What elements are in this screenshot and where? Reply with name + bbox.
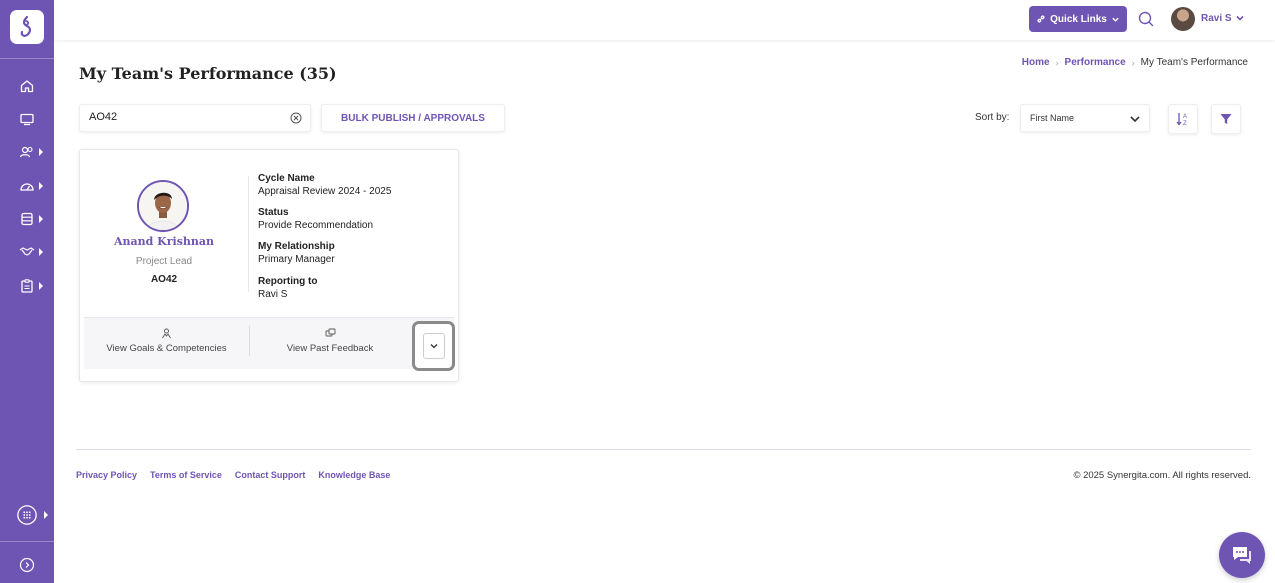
sort-order-button[interactable]: AZ — [1168, 104, 1198, 134]
search-input[interactable] — [89, 111, 279, 123]
home-icon — [20, 80, 34, 93]
clear-search-icon[interactable] — [290, 112, 302, 124]
sidebar-divider — [0, 58, 54, 59]
apps-grid-icon — [17, 505, 37, 525]
submenu-arrow-icon — [39, 182, 43, 190]
sort-selected-value: First Name — [1030, 113, 1075, 123]
clipboard-icon — [21, 279, 33, 293]
employee-avatar — [137, 180, 189, 232]
filter-button[interactable] — [1211, 104, 1241, 134]
reporting-to-field: Reporting to Ravi S — [258, 276, 317, 300]
expand-card-button[interactable] — [412, 321, 455, 371]
expand-sidebar-button[interactable] — [0, 550, 54, 580]
employee-role: Project Lead — [135, 256, 193, 267]
cycle-name-field: Cycle Name Appraisal Review 2024 - 2025 — [258, 173, 391, 197]
sidebar-item-dashboard[interactable] — [0, 171, 54, 201]
svg-text:A: A — [1183, 114, 1187, 120]
monitor-icon — [20, 113, 34, 126]
search-box — [79, 104, 311, 132]
sort-az-icon: AZ — [1176, 113, 1187, 127]
sidebar — [0, 0, 54, 583]
field-value: Provide Recommendation — [258, 220, 374, 231]
search-icon[interactable] — [1137, 10, 1155, 28]
svg-text:Z: Z — [1183, 121, 1187, 127]
quick-links-label: Quick Links — [1050, 13, 1107, 25]
chevron-down-icon — [1130, 116, 1140, 123]
employee-photo — [139, 182, 187, 230]
field-value: Ravi S — [258, 289, 288, 300]
sort-select[interactable]: First Name — [1020, 104, 1150, 132]
chevron-down-icon — [1112, 17, 1119, 22]
status-field: Status Provide Recommendation — [258, 207, 373, 231]
sidebar-item-clipboard[interactable] — [0, 271, 54, 301]
user-avatar[interactable] — [1171, 7, 1195, 31]
field-value: Appraisal Review 2024 - 2025 — [258, 186, 392, 197]
breadcrumb-separator-icon: › — [1055, 57, 1059, 68]
breadcrumb: Home › Performance › My Team's Performan… — [1022, 57, 1248, 68]
view-past-feedback-label: View Past Feedback — [286, 343, 374, 354]
field-value: Primary Manager — [258, 254, 335, 265]
employee-card: Anand Krishnan Project Lead AO42 Cycle N… — [79, 149, 459, 382]
sidebar-item-handshake[interactable] — [0, 237, 54, 267]
sort-label: Sort by: — [975, 112, 1010, 123]
chat-icon — [1233, 547, 1251, 564]
database-icon — [21, 212, 33, 226]
dashboard-icon — [20, 183, 34, 191]
submenu-arrow-icon — [39, 248, 43, 256]
expand-sidebar-icon — [19, 557, 35, 573]
copyright-text: © 2025 Synergita.com. All rights reserve… — [1073, 470, 1251, 481]
breadcrumb-current: My Team's Performance — [1140, 57, 1248, 68]
footer-links: Privacy Policy Terms of Service Contact … — [76, 470, 390, 480]
sidebar-divider — [0, 541, 54, 542]
team-icon — [19, 146, 33, 158]
top-bar: Quick Links Ravi S — [54, 0, 1275, 40]
breadcrumb-separator-icon: › — [1131, 57, 1135, 68]
employee-name[interactable]: Anand Krishnan — [80, 235, 248, 248]
card-divider — [248, 176, 249, 292]
handshake-icon — [19, 247, 35, 256]
footer-divider — [76, 449, 1251, 450]
submenu-arrow-icon — [39, 148, 43, 156]
view-goals-label: View Goals & Competencies — [106, 343, 227, 354]
filter-icon — [1220, 114, 1232, 124]
goals-icon — [162, 328, 171, 339]
knowledge-base-link[interactable]: Knowledge Base — [318, 470, 390, 480]
expand-button-inner — [422, 333, 445, 359]
sidebar-item-database[interactable] — [0, 204, 54, 234]
card-actions: View Goals & Competencies View Past Feed… — [84, 317, 454, 369]
logo-icon — [20, 15, 32, 37]
field-label: Reporting to — [258, 276, 318, 287]
view-past-feedback-button[interactable]: View Past Feedback — [250, 328, 410, 354]
sidebar-item-monitor[interactable] — [0, 104, 54, 134]
page-title: My Team's Performance (35) — [79, 64, 337, 83]
bulk-publish-approvals-button[interactable]: BULK PUBLISH / APPROVALS — [321, 104, 505, 132]
privacy-policy-link[interactable]: Privacy Policy — [76, 470, 137, 480]
app-logo[interactable] — [10, 10, 44, 44]
chat-button[interactable] — [1219, 532, 1265, 578]
submenu-arrow-icon — [44, 511, 48, 519]
relationship-field: My Relationship Primary Manager — [258, 241, 335, 265]
user-name[interactable]: Ravi S — [1201, 13, 1232, 24]
breadcrumb-performance[interactable]: Performance — [1065, 57, 1126, 68]
submenu-arrow-icon — [39, 215, 43, 223]
contact-support-link[interactable]: Contact Support — [235, 470, 306, 480]
feedback-icon — [325, 328, 335, 337]
chevron-down-icon — [430, 344, 437, 349]
field-label: Status — [258, 207, 289, 218]
field-label: My Relationship — [258, 241, 335, 252]
sidebar-item-apps[interactable] — [0, 500, 54, 530]
terms-of-service-link[interactable]: Terms of Service — [150, 470, 222, 480]
view-goals-button[interactable]: View Goals & Competencies — [84, 328, 249, 354]
chevron-down-icon[interactable] — [1235, 13, 1245, 23]
link-icon — [1037, 15, 1045, 23]
sidebar-item-team[interactable] — [0, 137, 54, 167]
breadcrumb-home[interactable]: Home — [1022, 57, 1050, 68]
sidebar-item-home[interactable] — [0, 71, 54, 101]
submenu-arrow-icon — [39, 282, 43, 290]
quick-links-button[interactable]: Quick Links — [1029, 6, 1127, 32]
employee-id: AO42 — [150, 274, 178, 285]
field-label: Cycle Name — [258, 173, 315, 184]
